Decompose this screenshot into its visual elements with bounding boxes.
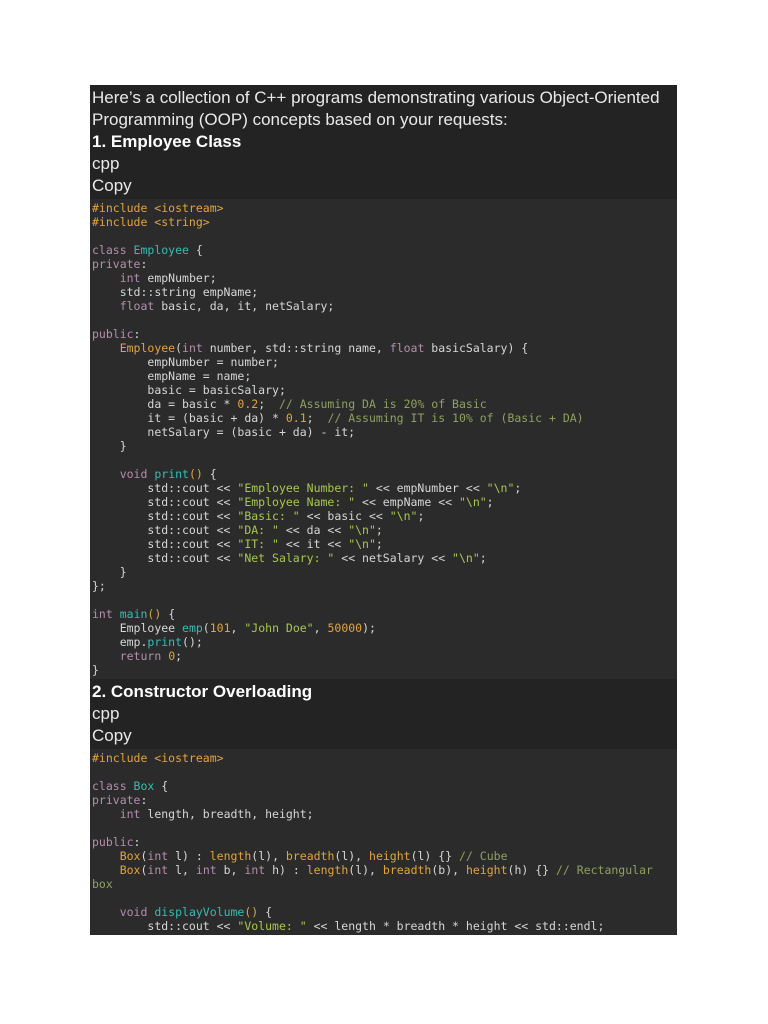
- section-1-heading: 1. Employee Class: [92, 132, 242, 151]
- code-line: int length, breadth, height;: [119, 807, 314, 821]
- code-line: da = basic * 0.2; // Assuming DA is 20% …: [92, 397, 487, 411]
- code-line: public:: [92, 327, 141, 341]
- code-language-label: cpp: [92, 154, 120, 173]
- code-line: public:: [92, 835, 141, 849]
- code-line: class Box {: [92, 779, 169, 793]
- code-line: class Employee {: [92, 243, 203, 257]
- code-block-employee-class: #include <iostream> #include <string> cla…: [90, 199, 677, 679]
- code-line: std::cout << "IT: " << it << "\n";: [92, 537, 383, 551]
- code-line: Box(int l, int b, int h) : length(l), br…: [92, 863, 660, 891]
- code-line: void print() {: [119, 467, 217, 481]
- copy-button[interactable]: Copy: [92, 725, 675, 747]
- code-line: empName = name;: [92, 369, 252, 383]
- code-line: std::cout << "Employee Name: " << empNam…: [92, 495, 494, 509]
- code-line: #include <iostream>: [92, 201, 224, 215]
- code-line: float basic, da, it, netSalary;: [119, 299, 335, 313]
- code-line: std::cout << "DA: " << da << "\n";: [92, 523, 383, 537]
- code-line: Employee(int number, std::string name, f…: [119, 341, 529, 355]
- code-line: std::cout << "Net Salary: " << netSalary…: [92, 551, 487, 565]
- code-block-constructor-overloading: #include <iostream> class Box {private: …: [90, 749, 677, 935]
- code-language-label: cpp: [92, 704, 120, 723]
- code-line: int main() {: [92, 607, 176, 621]
- code-line: std::string empName;: [92, 285, 259, 299]
- copy-button[interactable]: Copy: [92, 175, 675, 197]
- code-line: }: [92, 439, 127, 453]
- intro-text: Here’s a collection of C++ programs demo…: [92, 88, 660, 129]
- code-line: private:: [92, 793, 148, 807]
- chat-response: Here’s a collection of C++ programs demo…: [90, 85, 677, 935]
- code-line: basic = basicSalary;: [92, 383, 286, 397]
- code-line: emp.print();: [92, 635, 203, 649]
- code-line: Box(int l) : length(l), breadth(l), heig…: [119, 849, 508, 863]
- code-line: return 0;: [119, 649, 183, 663]
- code-line: #include <iostream>: [92, 751, 224, 765]
- section-2-heading: 2. Constructor Overloading: [92, 682, 313, 701]
- code-line: it = (basic + da) * 0.1; // Assuming IT …: [92, 411, 584, 425]
- code-line: empNumber = number;: [92, 355, 279, 369]
- code-line: #include <string>: [92, 215, 210, 229]
- code-line: };: [92, 579, 106, 593]
- section-2-block: 2. Constructor Overloading cpp Copy: [90, 679, 677, 749]
- code-line: std::cout << "Employee Number: " << empN…: [92, 481, 522, 495]
- code-line: private:: [92, 257, 148, 271]
- code-line: Employee emp(101, "John Doe", 50000);: [92, 621, 376, 635]
- code-line: std::cout << "Volume: " << length * brea…: [92, 919, 605, 933]
- intro-block: Here’s a collection of C++ programs demo…: [90, 85, 677, 199]
- code-line: netSalary = (basic + da) - it;: [92, 425, 356, 439]
- code-line: std::cout << "Basic: " << basic << "\n";: [92, 509, 425, 523]
- code-line: }: [92, 663, 99, 677]
- code-line: int empNumber;: [119, 271, 217, 285]
- code-line: }: [92, 565, 127, 579]
- code-line: void displayVolume() {: [119, 905, 273, 919]
